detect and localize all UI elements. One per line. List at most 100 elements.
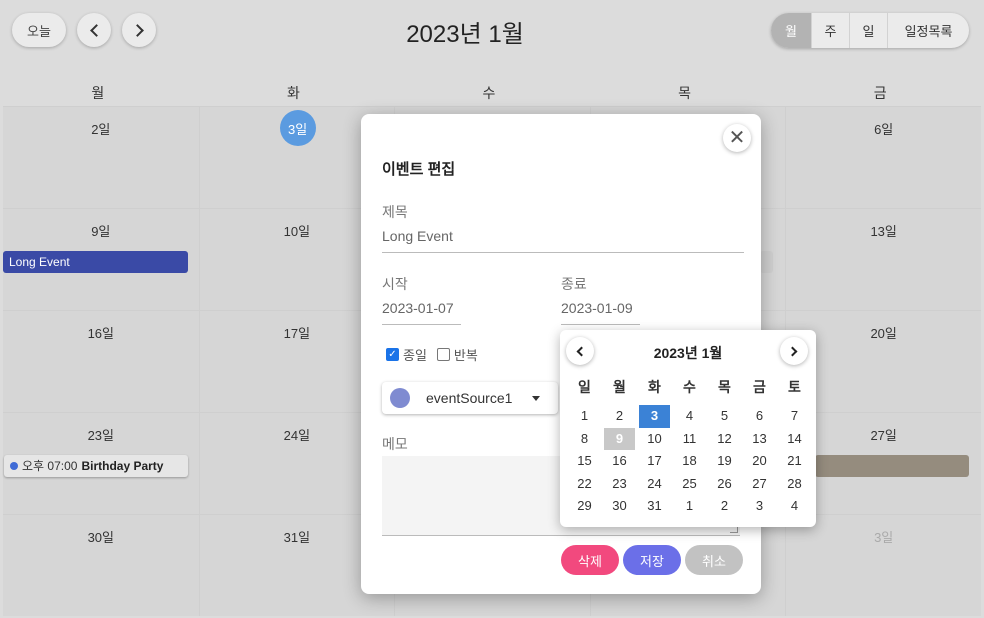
day-number: 30일	[87, 530, 114, 545]
picker-day[interactable]: 3	[639, 405, 670, 428]
picker-day[interactable]: 11	[674, 428, 705, 451]
day-number: 16일	[87, 326, 114, 341]
picker-day[interactable]: 15	[569, 450, 600, 473]
picker-day[interactable]: 4	[674, 405, 705, 428]
day-number: 13일	[870, 224, 897, 239]
picker-day[interactable]: 12	[709, 428, 740, 451]
picker-day[interactable]: 20	[744, 450, 775, 473]
picker-day[interactable]: 4	[779, 495, 810, 518]
view-switcher: 월 주 일 일정목록	[771, 13, 969, 48]
cancel-button[interactable]: 취소	[685, 545, 743, 575]
picker-day[interactable]: 2	[709, 495, 740, 518]
picker-day[interactable]: 7	[779, 405, 810, 428]
picker-day[interactable]: 25	[674, 473, 705, 496]
picker-weekday-label: 금	[753, 379, 766, 395]
calendar-day[interactable]: 30일	[3, 515, 199, 616]
picker-next-button[interactable]	[780, 337, 808, 365]
picker-weekday-label: 토	[788, 379, 801, 395]
day-number: 3일	[874, 530, 894, 545]
day-number: 9일	[91, 224, 111, 239]
picker-day[interactable]: 14	[779, 428, 810, 451]
view-list-button[interactable]: 일정목록	[887, 13, 969, 48]
calendar-day[interactable]: 16일	[3, 311, 199, 412]
picker-day[interactable]: 13	[744, 428, 775, 451]
allday-label: 종일	[403, 348, 427, 363]
weekday-label: 화	[286, 85, 300, 101]
picker-weekday-label: 수	[683, 379, 696, 395]
picker-day[interactable]: 28	[779, 473, 810, 496]
picker-day[interactable]: 31	[639, 495, 670, 518]
picker-day[interactable]: 21	[779, 450, 810, 473]
picker-day[interactable]: 29	[569, 495, 600, 518]
picker-day[interactable]: 6	[744, 405, 775, 428]
picker-day[interactable]: 30	[604, 495, 635, 518]
calendar-day[interactable]: 6일	[785, 107, 981, 208]
view-week-button[interactable]: 주	[811, 13, 849, 48]
close-button[interactable]: ✕	[723, 124, 751, 152]
weekday-label: 월	[91, 85, 105, 101]
allday-checkbox[interactable]: ✓	[386, 348, 399, 361]
start-date-input[interactable]: 2023-01-07	[382, 300, 461, 325]
delete-button[interactable]: 삭제	[561, 545, 619, 575]
options-row: ✓ 종일 반복	[386, 345, 478, 364]
picker-day[interactable]: 24	[639, 473, 670, 496]
picker-day[interactable]: 19	[709, 450, 740, 473]
picker-day[interactable]: 10	[639, 428, 670, 451]
event-bar[interactable]	[815, 455, 969, 477]
title-label: 제목	[382, 204, 408, 220]
weekday-label: 금	[873, 85, 887, 101]
event-time: 오후 07:00	[22, 459, 78, 473]
view-month-button[interactable]: 월	[771, 13, 811, 48]
picker-weekday-label: 일	[578, 379, 591, 395]
view-day-button[interactable]: 일	[849, 13, 887, 48]
weekday-header: 월 화 수 목 금	[0, 80, 984, 106]
event-long-event-continuation[interactable]	[760, 251, 773, 273]
source-value: eventSource1	[426, 390, 513, 406]
picker-day[interactable]: 3	[744, 495, 775, 518]
source-color-icon	[390, 388, 410, 408]
picker-day[interactable]: 9	[604, 427, 635, 450]
calendar-day[interactable]: 13일	[785, 209, 981, 310]
picker-day[interactable]: 18	[674, 450, 705, 473]
weekday-label: 수	[482, 85, 496, 101]
memo-label: 메모	[382, 436, 408, 452]
calendar-day[interactable]: 2일	[3, 107, 199, 208]
weekday-label: 목	[678, 85, 692, 101]
repeat-label: 반복	[453, 348, 478, 363]
picker-day[interactable]: 22	[569, 473, 600, 496]
picker-day[interactable]: 1	[674, 495, 705, 518]
event-birthday-party[interactable]: 오후 07:00 Birthday Party	[4, 455, 188, 477]
calendar-toolbar: 오늘 2023년 1월 월 주 일 일정목록	[0, 0, 984, 62]
repeat-checkbox[interactable]	[436, 348, 450, 361]
end-date-input[interactable]: 2023-01-09	[561, 300, 640, 325]
picker-day[interactable]: 17	[639, 450, 670, 473]
event-title: Birthday Party	[81, 459, 164, 473]
picker-day[interactable]: 8	[569, 428, 600, 451]
calendar-day[interactable]: 3일	[785, 515, 981, 616]
event-long-event[interactable]: Long Event	[3, 251, 188, 273]
picker-weekday-label: 화	[648, 379, 661, 395]
chevron-right-icon	[787, 346, 798, 356]
picker-day[interactable]: 27	[744, 473, 775, 496]
day-number: 6일	[874, 122, 894, 137]
picker-weekday-label: 목	[718, 379, 731, 395]
picker-day[interactable]: 23	[604, 473, 635, 496]
event-source-select[interactable]: eventSource1	[382, 382, 558, 414]
picker-day[interactable]: 5	[709, 405, 740, 428]
save-button[interactable]: 저장	[623, 545, 681, 575]
dropdown-caret-icon	[532, 396, 540, 401]
day-number: 23일	[87, 428, 114, 443]
picker-day[interactable]: 26	[709, 473, 740, 496]
title-input[interactable]: Long Event	[382, 228, 744, 253]
dialog-title: 이벤트 편집	[382, 161, 456, 178]
picker-day[interactable]: 1	[569, 405, 600, 428]
picker-day[interactable]: 2	[604, 405, 635, 428]
picker-grid: 일 월 화 수 목 금 토 1 2 3 4 5 6 7 8 9 10 11 12 13 14 15 16 17 18 19 20 21…	[567, 375, 812, 518]
end-label: 종료	[561, 276, 587, 292]
today-marker: 3일	[279, 110, 316, 146]
picker-weekday-label: 월	[613, 379, 626, 395]
day-number: 2일	[91, 122, 111, 137]
date-picker: 2023년 1월 일 월 화 수 목 금 토 1 2 3 4 5 6 7 8 9 10 11 12 13 14 15 16 1…	[560, 330, 816, 527]
picker-day[interactable]: 16	[604, 450, 635, 473]
event-dot-icon	[10, 462, 18, 470]
